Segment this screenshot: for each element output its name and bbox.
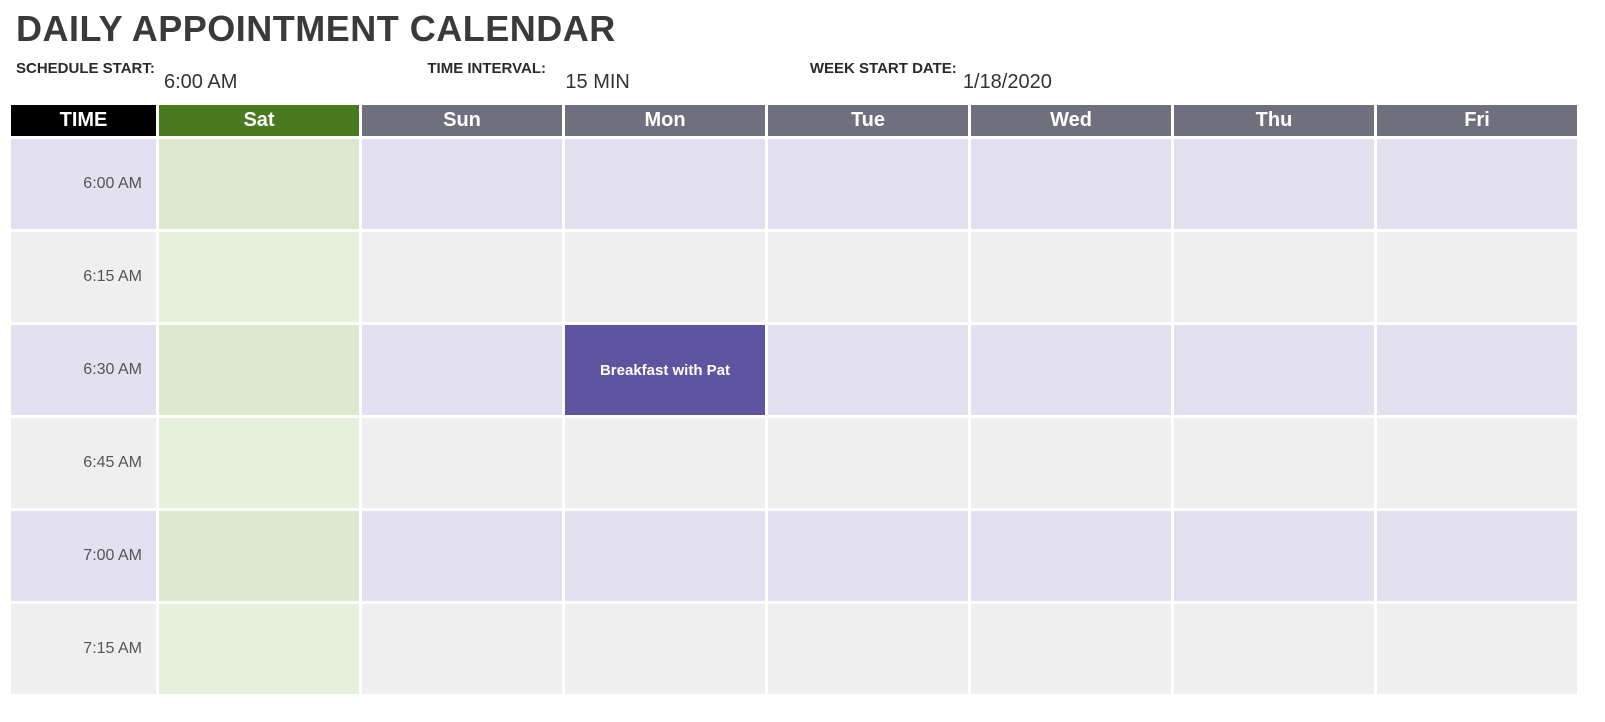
calendar-cell[interactable]: [1174, 325, 1374, 415]
calendar-cell[interactable]: [971, 511, 1171, 601]
calendar-cell[interactable]: [1377, 511, 1577, 601]
time-cell: 7:15 AM: [11, 604, 156, 694]
table-row: 6:00 AM: [11, 139, 1577, 229]
calendar-cell[interactable]: [565, 418, 765, 508]
table-row: 6:45 AM: [11, 418, 1577, 508]
week-start-value[interactable]: 1/18/2020: [963, 71, 1052, 93]
calendar-cell[interactable]: [1377, 604, 1577, 694]
week-start-label: WEEK START DATE:: [810, 60, 957, 77]
header-day-sun: Sun: [362, 105, 562, 136]
table-row: 6:30 AM Breakfast with Pat: [11, 325, 1577, 415]
calendar-cell[interactable]: [565, 604, 765, 694]
header-day-thu: Thu: [1174, 105, 1374, 136]
calendar-cell[interactable]: [1377, 325, 1577, 415]
header-time: TIME: [11, 105, 156, 136]
appointment-cell[interactable]: Breakfast with Pat: [565, 325, 765, 415]
calendar-cell[interactable]: [1174, 139, 1374, 229]
header-day-sat: Sat: [159, 105, 359, 136]
calendar-body: 6:00 AM6:15 AM6:30 AMBreakfast with Pat6…: [11, 139, 1577, 694]
time-cell: 6:00 AM: [11, 139, 156, 229]
calendar-cell[interactable]: [971, 418, 1171, 508]
calendar-cell[interactable]: [768, 511, 968, 601]
time-cell: 6:30 AM: [11, 325, 156, 415]
table-row: 6:15 AM: [11, 232, 1577, 322]
calendar-cell[interactable]: [971, 325, 1171, 415]
calendar-cell[interactable]: [565, 139, 765, 229]
calendar-cell[interactable]: [971, 139, 1171, 229]
calendar-cell[interactable]: [362, 232, 562, 322]
time-cell: 7:00 AM: [11, 511, 156, 601]
calendar-cell[interactable]: [362, 325, 562, 415]
time-interval-value[interactable]: 15 MIN: [565, 71, 629, 93]
calendar-cell[interactable]: [565, 232, 765, 322]
calendar-cell[interactable]: [1174, 232, 1374, 322]
calendar-cell[interactable]: [159, 139, 359, 229]
calendar-cell[interactable]: [1174, 418, 1374, 508]
calendar-cell[interactable]: [159, 418, 359, 508]
table-row: 7:00 AM: [11, 511, 1577, 601]
header-day-wed: Wed: [971, 105, 1171, 136]
table-row: 7:15 AM: [11, 604, 1577, 694]
calendar-cell[interactable]: [768, 139, 968, 229]
calendar-cell[interactable]: [971, 604, 1171, 694]
calendar-cell[interactable]: [768, 232, 968, 322]
meta-row: SCHEDULE START: 6:00 AM TIME INTERVAL: 1…: [16, 60, 1605, 94]
calendar-cell[interactable]: [362, 604, 562, 694]
calendar-cell[interactable]: [768, 325, 968, 415]
time-interval-label: TIME INTERVAL:: [427, 60, 546, 77]
calendar-cell[interactable]: [1174, 511, 1374, 601]
calendar-cell[interactable]: [971, 232, 1171, 322]
time-cell: 6:45 AM: [11, 418, 156, 508]
page-title: DAILY APPOINTMENT CALENDAR: [16, 8, 1605, 50]
calendar-cell[interactable]: [768, 418, 968, 508]
calendar-cell[interactable]: [159, 325, 359, 415]
header-day-mon: Mon: [565, 105, 765, 136]
schedule-start-label: SCHEDULE START:: [16, 60, 155, 77]
calendar-cell[interactable]: [565, 511, 765, 601]
calendar-table: TIME Sat Sun Mon Tue Wed Thu Fri 6:00 AM…: [8, 102, 1580, 697]
calendar-cell[interactable]: [1377, 139, 1577, 229]
calendar-cell[interactable]: [362, 511, 562, 601]
calendar-cell[interactable]: [362, 139, 562, 229]
header-row: TIME Sat Sun Mon Tue Wed Thu Fri: [11, 105, 1577, 136]
header-day-tue: Tue: [768, 105, 968, 136]
calendar-cell[interactable]: [159, 511, 359, 601]
calendar-cell[interactable]: [1377, 232, 1577, 322]
calendar-cell[interactable]: [768, 604, 968, 694]
schedule-start-value[interactable]: 6:00 AM: [164, 71, 237, 93]
calendar-cell[interactable]: [159, 604, 359, 694]
time-cell: 6:15 AM: [11, 232, 156, 322]
calendar-cell[interactable]: [1377, 418, 1577, 508]
calendar-cell[interactable]: [1174, 604, 1374, 694]
header-day-fri: Fri: [1377, 105, 1577, 136]
calendar-cell[interactable]: [159, 232, 359, 322]
calendar-cell[interactable]: [362, 418, 562, 508]
